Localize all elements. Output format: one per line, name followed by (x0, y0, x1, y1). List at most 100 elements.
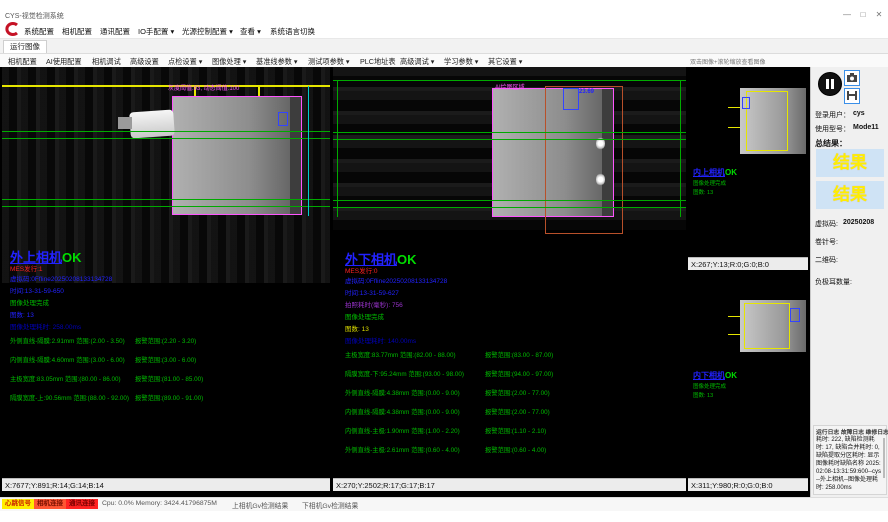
measurement-value: 隔膜宽度-下:95.24mm 范围:(93.00 - 98.00) (345, 369, 464, 378)
minimize-button[interactable]: — (840, 9, 854, 20)
measurement-alarm: 报警范围:(0.60 - 4.00) (485, 445, 546, 454)
center-orange-roi-box (545, 86, 623, 234)
inner-bottom-yellow-roi (744, 303, 790, 349)
pause-button[interactable] (818, 72, 842, 96)
left-baseline (2, 138, 330, 139)
log-area[interactable]: 运行日志 故障日志 维修日志 耗时: 222, 缺陷检测耗时: 17, 缺陷合并… (813, 425, 887, 495)
center-baseline (333, 200, 686, 201)
measurement-value: 内侧直线-隔膜:4.60mm 范围:(3.00 - 6.00) (10, 355, 125, 364)
center-right-guide (680, 80, 681, 217)
center-ai-region-label: AI绘图区域 (495, 82, 525, 91)
left-pixel-coords: X:7677;Y:891;R:14;G:14;B:14 (2, 478, 330, 491)
menu-item-comm[interactable]: 通讯配置 (100, 26, 130, 37)
toolbar-spot-check[interactable]: 点检设置 ▾ (168, 57, 202, 67)
barcode-label: 虚拟码: (815, 219, 838, 229)
grab-image-button[interactable] (844, 70, 860, 86)
left-threshold-overlay: 灰度阈值:93, 动态阈值:100 (168, 83, 239, 92)
left-camera-view[interactable]: 灰度阈值:93, 动态阈值:100 外上相机OK MES发行:1 虚拟码:0Ff… (2, 67, 330, 491)
toolbar-baseline-params[interactable]: 基准线参数 ▾ (256, 57, 298, 67)
inner-top-yellow-roi (746, 91, 788, 151)
measurement-alarm: 报警范围:(94.00 - 97.00) (485, 369, 553, 378)
inner-top-title: 内上相机OK (693, 167, 737, 178)
control-panel: 登录用户： cys 使用型号： Mode11 总结果： 结果 结果 虚拟码: 2… (810, 67, 888, 497)
model-value: Mode11 (853, 124, 879, 131)
menu-item-system[interactable]: 系统配置 (24, 26, 54, 37)
login-user-label: 登录用户： (815, 110, 850, 120)
measurement-value: 外侧直线-隔膜:2.91mm 范围:(2.00 - 3.50) (10, 336, 125, 345)
toolbar: 相机配置 AI使用配置 相机调试 高级设置 点检设置 ▾ 图像处理 ▾ 基准线参… (0, 54, 888, 68)
menu-item-language[interactable]: 系统语言切换 (270, 26, 315, 37)
toolbar-camera-config[interactable]: 相机配置 (8, 57, 37, 67)
center-camera-view[interactable]: 23.69 AI绘图区域 外下相机OK MES发行:0 虚拟码:0Ffline2… (333, 67, 686, 491)
center-roi-value: 23.69 (579, 89, 594, 95)
center-baseline (333, 139, 686, 140)
left-done-line: 图像处理完成 (10, 297, 49, 307)
center-frames-line: 图数: 13 (345, 323, 369, 333)
toolbar-test-params[interactable]: 测试项参数 ▾ (308, 57, 350, 67)
login-user-value: cys (853, 110, 865, 117)
center-left-guide (337, 80, 338, 217)
measurement-alarm: 报警范围:(2.20 - 3.20) (135, 336, 196, 345)
center-baseline (333, 132, 686, 133)
qr-code-label: 二维码: (815, 255, 838, 265)
total-result-label: 总结果： (815, 138, 847, 149)
app-window: CYS-视觉检测系统 — □ ✕ 系统配置 相机配置 通讯配置 IO手配置 ▾ … (0, 0, 888, 522)
menu-item-light[interactable]: 光源控制配置 ▾ (182, 26, 233, 37)
inner-bottom-camera-view[interactable]: 内下相机OK 图像处理完成 图数: 13 X:311;Y:980;R:0;G:0… (688, 272, 808, 491)
tab-run-image[interactable]: 运行图像 (3, 40, 47, 53)
menu-item-io[interactable]: IO手配置 ▾ (138, 26, 174, 37)
maximize-button[interactable]: □ (856, 9, 870, 20)
inner-top-tick (728, 107, 740, 108)
inner-top-frames: 图数: 13 (693, 188, 713, 196)
toolbar-camera-debug[interactable]: 相机调试 (92, 57, 121, 67)
window-title: CYS-视觉检测系统 (5, 11, 64, 21)
center-photo-time: 拍照耗时(毫秒): 756 (345, 299, 403, 309)
inner-bottom-tick (728, 316, 740, 317)
measurement-alarm: 报警范围:(1.10 - 2.10) (485, 426, 546, 435)
inner-bottom-title: 内下相机OK (693, 370, 737, 381)
inner-top-camera-view[interactable]: 内上相机OK 图像处理完成 图数: 13 X:267;Y:13;R:0;G:0;… (688, 67, 808, 270)
measurement-alarm: 报警范围:(2.00 - 77.00) (485, 407, 550, 416)
result-display-2: 结果 (816, 181, 884, 209)
heartbeat-status-chip: 心跳信号 (2, 499, 34, 509)
close-button[interactable]: ✕ (872, 9, 886, 20)
left-baseline (2, 131, 330, 132)
lower-camera-result-status: 下相机Gv检测结果 (302, 500, 358, 510)
comm-status-chip: 通讯连接 (66, 499, 98, 509)
measurement-alarm: 报警范围:(89.00 - 91.00) (135, 393, 203, 402)
toolbar-ai-config[interactable]: AI使用配置 (46, 57, 82, 67)
title-bar: CYS-视觉检测系统 — □ ✕ (0, 8, 888, 22)
measurement-value: 内侧直线-主极:1.90mm 范围:(1.00 - 2.20) (345, 426, 460, 435)
center-mes-line: MES发行:0 (345, 265, 378, 275)
save-image-button[interactable] (844, 88, 860, 104)
center-time-line: 时间:13-31-59-627 (345, 287, 399, 297)
left-overlay-yellow-line (2, 85, 330, 87)
measurement-alarm: 报警范围:(81.00 - 85.00) (135, 374, 203, 383)
menu-item-camera[interactable]: 相机配置 (62, 26, 92, 37)
zoom-hint-label: 双击图像+滚轮缩放查看图像 (690, 57, 766, 66)
tab-count-label: 负极耳数量: (815, 277, 852, 287)
left-baseline (2, 206, 330, 207)
log-scrollbar[interactable] (883, 438, 885, 478)
measurement-alarm: 报警范围:(83.00 - 87.00) (485, 350, 553, 359)
measurement-value: 隔膜宽度-上:90.56mm 范围:(88.00 - 92.00) (10, 393, 129, 402)
upper-camera-result-status: 上相机Gv检测结果 (232, 500, 288, 510)
left-probe-tip (118, 117, 132, 129)
toolbar-adv-debug[interactable]: 高级调试 ▾ (400, 57, 434, 67)
left-frames-line: 图数: 13 (10, 309, 34, 319)
measurement-value: 主极宽度:83.77mm 范围:(82.00 - 88.00) (345, 350, 456, 359)
barcode-value: 20250208 (843, 219, 874, 226)
inner-bottom-tick (728, 334, 740, 335)
toolbar-advanced-set[interactable]: 高级设置 (130, 57, 159, 67)
menu-item-view[interactable]: 查看 ▾ (240, 26, 261, 37)
toolbar-learn-params[interactable]: 学习参数 ▾ (444, 57, 478, 67)
camera-status-chip: 相机连接 (34, 499, 66, 509)
left-mes-line: MES发行:1 (10, 263, 43, 273)
status-bar: 心跳信号 相机连接 通讯连接 Cpu: 0.0% Memory: 3424.41… (0, 497, 888, 511)
toolbar-other-settings[interactable]: 其它设置 ▾ (488, 57, 522, 67)
toolbar-image-process[interactable]: 图像处理 ▾ (212, 57, 246, 67)
center-done-line: 图像处理完成 (345, 311, 384, 321)
toolbar-plc-table[interactable]: PLC地址表 (360, 57, 396, 67)
model-label: 使用型号： (815, 124, 850, 134)
measurement-alarm: 报警范围:(2.00 - 77.00) (485, 388, 550, 397)
